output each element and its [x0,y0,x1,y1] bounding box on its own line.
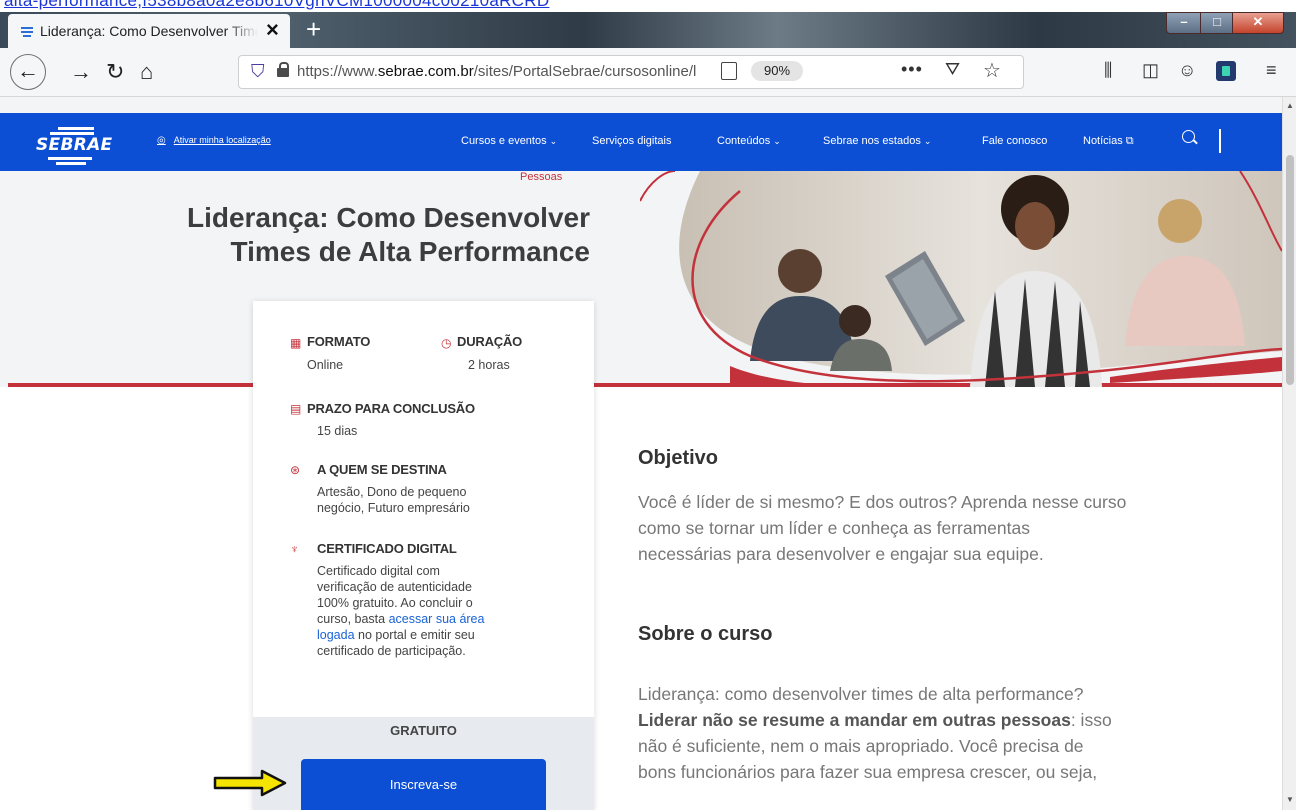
window-minimize-button[interactable]: – [1166,12,1202,34]
sobre-text: Liderança: como desenvolver times de alt… [638,684,1112,782]
bookmark-star-icon[interactable]: ☆ [983,58,1001,83]
destina-label: A QUEM SE DESTINA [317,462,447,477]
library-icon[interactable]: ⫼ [1104,60,1112,81]
menu-conteudos[interactable]: Conteúdos ⌄ [717,135,781,147]
url-text[interactable]: https://www.sebrae.com.br/sites/PortalSe… [297,63,697,80]
browser-tab-bar: Liderança: Como Desenvolver Times de Alt… [0,12,1296,48]
page-link-cutoff[interactable]: alta-performance,f538b8a0a2e8b610VgnVCM1… [0,0,1296,12]
new-tab-icon[interactable]: + [306,14,321,44]
calendar-icon: ▦ [290,336,302,350]
location-pin-icon: ◎ [157,135,166,146]
forward-icon[interactable]: → [70,60,92,84]
certificado-text: Certificado digital com verificação de a… [317,564,485,658]
header-divider [1219,129,1221,153]
scrollbar-thumb[interactable] [1286,155,1294,385]
search-icon[interactable] [1182,130,1195,143]
zoom-level-badge[interactable]: 90% [751,61,803,81]
menu-fale-conosco[interactable]: Fale conosco [982,135,1047,147]
menu-cursos-eventos[interactable]: Cursos e eventos ⌄ [461,135,557,147]
scroll-down-icon[interactable]: ▼ [1286,795,1294,804]
scroll-up-icon[interactable]: ▲ [1286,101,1294,110]
extension-icon[interactable] [1216,61,1236,81]
logada-link[interactable]: logada [317,628,355,642]
annotation-arrow-icon [213,769,287,797]
destina-value: Artesão, Dono de pequeno negócio, Futuro… [317,485,470,515]
sidebar-icon[interactable]: ◫ [1142,60,1159,81]
url-bar[interactable]: ⛉ https://www.sebrae.com.br/sites/Portal… [238,55,1024,89]
deadline-calendar-icon: ▤ [290,402,302,416]
home-icon[interactable]: ⌂ [140,60,153,84]
prazo-label: PRAZO PARA CONCLUSÃO [307,401,475,416]
chevron-down-icon: ⌄ [549,136,558,146]
hero-photo [640,171,1282,387]
objetivo-heading: Objetivo [638,447,719,469]
user-icon: ⊛ [290,463,301,477]
subscribe-button[interactable]: Inscreva-se [301,759,546,810]
course-info-details: ▦ FORMATO Online ◷ DURAÇÃO 2 horas ▤ PRA… [253,301,594,717]
duracao-value: 2 horas [468,358,510,372]
course-title: Liderança: Como Desenvolver Times de Alt… [186,202,590,267]
site-header: SEBRAE ◎ Ativar minha localização Cursos … [0,113,1282,171]
duracao-label: DURAÇÃO [457,334,523,349]
menu-hamburger-icon[interactable]: ≡ [1266,60,1277,81]
area-logada-link[interactable]: acessar sua área [389,612,485,626]
certificado-label: CERTIFICADO DIGITAL [317,541,457,556]
tracking-shield-icon[interactable]: ⛉ [251,61,265,82]
browser-nav-bar: ← → ↻ ⌂ ⛉ https://www.sebrae.com.br/site… [0,48,1296,97]
page-scrollbar[interactable]: ▲ ▼ [1282,97,1296,810]
category-label: Pessoas [520,171,563,183]
page-viewport: Pessoas Liderança: Como Desenvolver Time… [0,97,1282,810]
pocket-icon[interactable]: ⛛ [945,59,960,80]
clock-icon: ◷ [441,336,452,350]
location-link[interactable]: ◎ Ativar minha localização [157,135,271,146]
page-link-text[interactable]: alta-performance,f538b8a0a2e8b610VgnVCM1… [4,0,549,11]
sebrae-logo[interactable]: SEBRAE [36,127,118,165]
window-maximize-button[interactable]: □ [1200,12,1234,34]
chevron-down-icon: ⌄ [923,136,932,146]
formato-label: FORMATO [307,334,371,349]
back-button[interactable]: ← [10,54,46,90]
chevron-down-icon: ⌄ [773,136,781,146]
formato-value: Online [307,358,344,372]
page-actions-more-icon[interactable]: ••• [901,59,923,80]
prazo-value: 15 dias [317,424,358,438]
sobre-heading: Sobre o curso [638,623,773,645]
account-icon[interactable]: ☺ [1178,60,1196,81]
lock-icon[interactable] [277,62,289,77]
menu-noticias[interactable]: Notícias ⧉ [1083,135,1134,148]
reload-icon[interactable]: ↻ [106,60,124,84]
tab-title: Liderança: Como Desenvolver Times de Alt… [40,23,258,39]
browser-tab[interactable]: Liderança: Como Desenvolver Times de Alt… [8,14,290,48]
sebrae-favicon-icon [21,27,33,37]
tab-close-icon[interactable]: × [266,18,279,42]
window-close-button[interactable]: ✕ [1232,12,1284,34]
price-label: GRATUITO [390,723,457,738]
menu-sebrae-estados[interactable]: Sebrae nos estados ⌄ [823,135,931,147]
trophy-icon: ♆ [290,542,299,556]
objetivo-text: Você é líder de si mesmo? E dos outros? … [638,492,1127,564]
menu-servicos-digitais[interactable]: Serviços digitais [592,135,671,147]
reader-view-icon[interactable] [721,62,737,80]
